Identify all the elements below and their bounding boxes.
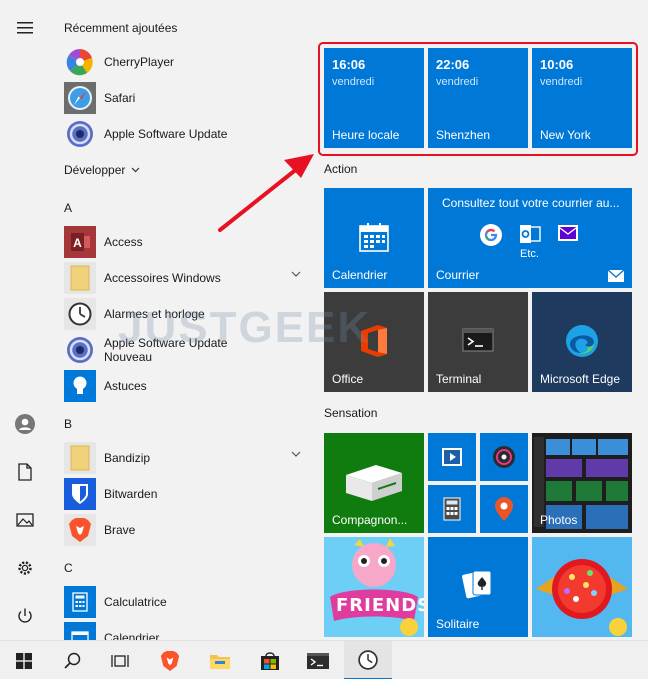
tile-label: Calendrier	[332, 268, 388, 282]
taskbar-alarms-clock[interactable]	[344, 641, 392, 679]
google-icon	[480, 224, 502, 246]
group-header-sensation[interactable]: Sensation	[324, 406, 377, 420]
candy-crush-saga-art-icon	[532, 537, 632, 637]
yahoo-mail-icon	[558, 225, 578, 241]
tile-movies-tv[interactable]	[428, 433, 476, 481]
tile-label: Solitaire	[436, 617, 480, 631]
tile-candy-crush-saga[interactable]	[532, 537, 632, 637]
map-pin-icon	[495, 497, 513, 521]
taskbar-terminal[interactable]	[294, 641, 342, 679]
tile-label: Terminal	[436, 372, 482, 386]
tile-courrier[interactable]: Consultez tout votre courrier au... Etc.…	[428, 188, 632, 288]
tile-xbox-companion[interactable]: Compagnon...	[324, 433, 424, 533]
calculator-icon	[443, 497, 461, 521]
tile-groove-music[interactable]	[480, 433, 528, 481]
friends-logo-text: FRIENDS	[336, 595, 424, 616]
terminal-icon	[462, 328, 494, 352]
task-view-icon	[111, 654, 129, 667]
edge-icon	[566, 325, 598, 357]
tile-label: Courrier	[436, 268, 480, 282]
tile-label: Office	[332, 372, 364, 386]
folder-icon	[210, 654, 230, 669]
search-button[interactable]	[48, 641, 96, 679]
movies-icon	[442, 448, 462, 466]
tile-microsoft-edge[interactable]: Microsoft Edge	[532, 292, 632, 392]
tile-terminal[interactable]: Terminal	[428, 292, 528, 392]
office-icon	[361, 325, 387, 357]
task-view-button[interactable]	[96, 641, 144, 679]
calendar-icon	[359, 223, 389, 252]
xbox-console-icon	[346, 465, 402, 501]
playing-cards-icon	[462, 570, 492, 599]
search-icon	[63, 652, 80, 669]
envelope-icon	[608, 270, 624, 282]
terminal-icon	[307, 652, 329, 669]
taskbar-microsoft-store[interactable]	[246, 641, 294, 679]
tile-label: Compagnon...	[332, 513, 408, 527]
tile-photos[interactable]: Photos	[532, 433, 632, 533]
tile-calculator[interactable]	[428, 485, 476, 533]
tile-office[interactable]: Office	[324, 292, 424, 392]
taskbar-brave[interactable]	[146, 641, 194, 679]
tile-candy-crush-friends[interactable]: FRIENDS	[324, 537, 424, 637]
taskbar	[0, 640, 648, 679]
taskbar-file-explorer[interactable]	[196, 641, 244, 679]
brave-icon	[160, 650, 180, 671]
tile-calendrier[interactable]: Calendrier	[324, 188, 424, 288]
mail-banner-text: Consultez tout votre courrier au...	[442, 196, 620, 210]
tile-maps[interactable]	[480, 485, 528, 533]
start-button[interactable]	[0, 641, 48, 679]
music-disc-icon	[493, 446, 515, 468]
store-icon	[261, 651, 279, 670]
windows-logo-icon	[16, 652, 32, 669]
group-header-action[interactable]: Action	[324, 162, 357, 176]
outlook-icon	[520, 225, 541, 243]
mail-etc: Etc.	[520, 248, 539, 260]
tile-solitaire[interactable]: Solitaire	[428, 537, 528, 637]
alarm-clock-icon	[358, 649, 378, 670]
tile-label: Photos	[540, 513, 578, 527]
tile-label: Microsoft Edge	[540, 372, 621, 386]
candy-crush-friends-art-icon	[324, 537, 424, 637]
